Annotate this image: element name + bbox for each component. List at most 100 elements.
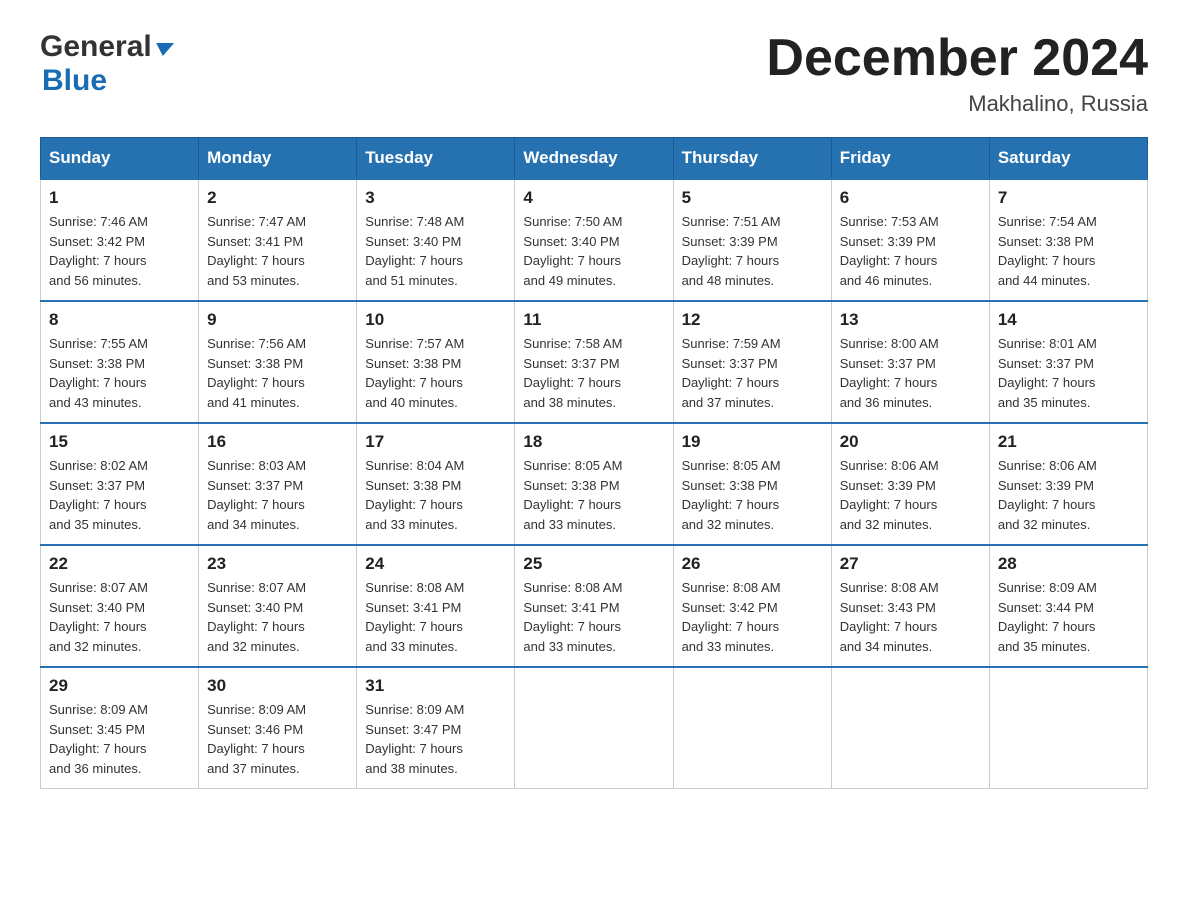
day-number: 18 — [523, 432, 664, 452]
calendar-cell: 5 Sunrise: 7:51 AM Sunset: 3:39 PM Daylig… — [673, 179, 831, 301]
calendar-cell: 16Sunrise: 8:03 AM Sunset: 3:37 PM Dayli… — [199, 423, 357, 545]
calendar-cell: 13Sunrise: 8:00 AM Sunset: 3:37 PM Dayli… — [831, 301, 989, 423]
calendar-cell: 11 Sunrise: 7:58 AM Sunset: 3:37 PM Dayli… — [515, 301, 673, 423]
calendar-cell — [831, 667, 989, 789]
calendar-cell: 28 Sunrise: 8:09 AM Sunset: 3:44 PM Dayli… — [989, 545, 1147, 667]
calendar-cell: 3 Sunrise: 7:48 AM Sunset: 3:40 PM Daylig… — [357, 179, 515, 301]
day-info: Sunrise: 7:54 AM Sunset: 3:38 PM Dayligh… — [998, 212, 1139, 290]
day-number: 26 — [682, 554, 823, 574]
day-info: Sunrise: 8:09 AM Sunset: 3:45 PM Dayligh… — [49, 700, 190, 778]
weekday-header-sunday: Sunday — [41, 138, 199, 180]
calendar-cell: 4 Sunrise: 7:50 AM Sunset: 3:40 PM Daylig… — [515, 179, 673, 301]
day-number: 28 — [998, 554, 1139, 574]
day-info: Sunrise: 8:09 AM Sunset: 3:46 PM Dayligh… — [207, 700, 348, 778]
calendar-week-row: 22 Sunrise: 8:07 AM Sunset: 3:40 PM Dayli… — [41, 545, 1148, 667]
day-info: Sunrise: 7:58 AM Sunset: 3:37 PM Dayligh… — [523, 334, 664, 412]
day-number: 8 — [49, 310, 190, 330]
day-number: 25 — [523, 554, 664, 574]
day-number: 5 — [682, 188, 823, 208]
day-info: Sunrise: 7:57 AM Sunset: 3:38 PM Dayligh… — [365, 334, 506, 412]
day-number: 23 — [207, 554, 348, 574]
day-info: Sunrise: 7:51 AM Sunset: 3:39 PM Dayligh… — [682, 212, 823, 290]
calendar-cell: 23 Sunrise: 8:07 AM Sunset: 3:40 PM Dayli… — [199, 545, 357, 667]
day-number: 10 — [365, 310, 506, 330]
day-number: 20 — [840, 432, 981, 452]
weekday-header-saturday: Saturday — [989, 138, 1147, 180]
day-number: 19 — [682, 432, 823, 452]
calendar-cell: 15Sunrise: 8:02 AM Sunset: 3:37 PM Dayli… — [41, 423, 199, 545]
weekday-header-tuesday: Tuesday — [357, 138, 515, 180]
day-number: 22 — [49, 554, 190, 574]
day-info: Sunrise: 8:06 AM Sunset: 3:39 PM Dayligh… — [840, 456, 981, 534]
day-number: 9 — [207, 310, 348, 330]
calendar-cell: 27Sunrise: 8:08 AM Sunset: 3:43 PM Dayli… — [831, 545, 989, 667]
day-info: Sunrise: 8:09 AM Sunset: 3:44 PM Dayligh… — [998, 578, 1139, 656]
day-number: 29 — [49, 676, 190, 696]
calendar-cell — [989, 667, 1147, 789]
day-info: Sunrise: 8:05 AM Sunset: 3:38 PM Dayligh… — [682, 456, 823, 534]
calendar-cell: 26 Sunrise: 8:08 AM Sunset: 3:42 PM Dayli… — [673, 545, 831, 667]
day-info: Sunrise: 7:55 AM Sunset: 3:38 PM Dayligh… — [49, 334, 190, 412]
day-info: Sunrise: 7:48 AM Sunset: 3:40 PM Dayligh… — [365, 212, 506, 290]
day-number: 1 — [49, 188, 190, 208]
calendar-cell: 18 Sunrise: 8:05 AM Sunset: 3:38 PM Dayli… — [515, 423, 673, 545]
calendar-cell: 10 Sunrise: 7:57 AM Sunset: 3:38 PM Dayli… — [357, 301, 515, 423]
day-number: 7 — [998, 188, 1139, 208]
calendar-cell: 9 Sunrise: 7:56 AM Sunset: 3:38 PM Daylig… — [199, 301, 357, 423]
day-number: 31 — [365, 676, 506, 696]
calendar-cell: 12Sunrise: 7:59 AM Sunset: 3:37 PM Dayli… — [673, 301, 831, 423]
day-info: Sunrise: 8:08 AM Sunset: 3:41 PM Dayligh… — [365, 578, 506, 656]
calendar-week-row: 1 Sunrise: 7:46 AM Sunset: 3:42 PM Daylig… — [41, 179, 1148, 301]
calendar-cell: 22Sunrise: 8:07 AM Sunset: 3:40 PM Dayli… — [41, 545, 199, 667]
day-number: 4 — [523, 188, 664, 208]
day-number: 30 — [207, 676, 348, 696]
day-info: Sunrise: 8:07 AM Sunset: 3:40 PM Dayligh… — [207, 578, 348, 656]
calendar-week-row: 8 Sunrise: 7:55 AM Sunset: 3:38 PM Daylig… — [41, 301, 1148, 423]
weekday-header-monday: Monday — [199, 138, 357, 180]
calendar-table: SundayMondayTuesdayWednesdayThursdayFrid… — [40, 137, 1148, 789]
calendar-cell: 19 Sunrise: 8:05 AM Sunset: 3:38 PM Dayli… — [673, 423, 831, 545]
calendar-cell: 7 Sunrise: 7:54 AM Sunset: 3:38 PM Daylig… — [989, 179, 1147, 301]
weekday-header-thursday: Thursday — [673, 138, 831, 180]
calendar-cell: 25 Sunrise: 8:08 AM Sunset: 3:41 PM Dayli… — [515, 545, 673, 667]
weekday-header-wednesday: Wednesday — [515, 138, 673, 180]
calendar-body: 1 Sunrise: 7:46 AM Sunset: 3:42 PM Daylig… — [41, 179, 1148, 789]
day-number: 3 — [365, 188, 506, 208]
calendar-week-row: 15Sunrise: 8:02 AM Sunset: 3:37 PM Dayli… — [41, 423, 1148, 545]
day-info: Sunrise: 8:02 AM Sunset: 3:37 PM Dayligh… — [49, 456, 190, 534]
logo-general-text: General — [40, 30, 152, 64]
day-number: 16 — [207, 432, 348, 452]
logo-blue-text: Blue — [40, 64, 173, 98]
day-number: 2 — [207, 188, 348, 208]
calendar-cell: 2 Sunrise: 7:47 AM Sunset: 3:41 PM Daylig… — [199, 179, 357, 301]
page-header: General Blue December 2024 Makhalino, Ru… — [40, 30, 1148, 117]
day-info: Sunrise: 8:06 AM Sunset: 3:39 PM Dayligh… — [998, 456, 1139, 534]
calendar-cell — [673, 667, 831, 789]
day-info: Sunrise: 7:56 AM Sunset: 3:38 PM Dayligh… — [207, 334, 348, 412]
calendar-cell: 30 Sunrise: 8:09 AM Sunset: 3:46 PM Dayli… — [199, 667, 357, 789]
day-info: Sunrise: 7:59 AM Sunset: 3:37 PM Dayligh… — [682, 334, 823, 412]
day-number: 6 — [840, 188, 981, 208]
logo: General Blue — [40, 30, 173, 98]
day-info: Sunrise: 8:05 AM Sunset: 3:38 PM Dayligh… — [523, 456, 664, 534]
day-number: 11 — [523, 310, 664, 330]
location-subtitle: Makhalino, Russia — [766, 91, 1148, 117]
day-number: 17 — [365, 432, 506, 452]
weekday-header-row: SundayMondayTuesdayWednesdayThursdayFrid… — [41, 138, 1148, 180]
calendar-cell: 8 Sunrise: 7:55 AM Sunset: 3:38 PM Daylig… — [41, 301, 199, 423]
day-info: Sunrise: 8:08 AM Sunset: 3:41 PM Dayligh… — [523, 578, 664, 656]
day-info: Sunrise: 7:46 AM Sunset: 3:42 PM Dayligh… — [49, 212, 190, 290]
day-number: 21 — [998, 432, 1139, 452]
day-number: 24 — [365, 554, 506, 574]
day-info: Sunrise: 8:08 AM Sunset: 3:42 PM Dayligh… — [682, 578, 823, 656]
day-info: Sunrise: 7:47 AM Sunset: 3:41 PM Dayligh… — [207, 212, 348, 290]
month-title: December 2024 — [766, 30, 1148, 87]
day-info: Sunrise: 7:53 AM Sunset: 3:39 PM Dayligh… — [840, 212, 981, 290]
calendar-cell: 21 Sunrise: 8:06 AM Sunset: 3:39 PM Dayli… — [989, 423, 1147, 545]
calendar-cell: 1 Sunrise: 7:46 AM Sunset: 3:42 PM Daylig… — [41, 179, 199, 301]
day-info: Sunrise: 7:50 AM Sunset: 3:40 PM Dayligh… — [523, 212, 664, 290]
calendar-cell: 17Sunrise: 8:04 AM Sunset: 3:38 PM Dayli… — [357, 423, 515, 545]
calendar-week-row: 29 Sunrise: 8:09 AM Sunset: 3:45 PM Dayli… — [41, 667, 1148, 789]
calendar-cell: 20 Sunrise: 8:06 AM Sunset: 3:39 PM Dayli… — [831, 423, 989, 545]
logo-arrow-icon — [154, 43, 174, 56]
